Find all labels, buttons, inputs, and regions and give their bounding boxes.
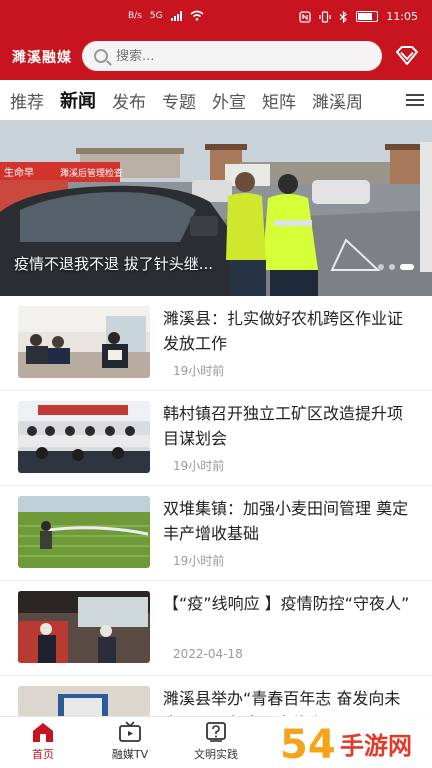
- news-thumbnail: [18, 306, 150, 378]
- tabs-menu-icon[interactable]: [398, 80, 432, 120]
- news-time: 19小时前: [173, 554, 225, 568]
- news-thumbnail: [18, 496, 150, 568]
- news-item[interactable]: 双堆集镇：加强小麦田间管理 奠定丰产增收基础 19小时前: [0, 486, 432, 581]
- news-thumbnail: [18, 686, 150, 716]
- banner-dot[interactable]: [378, 264, 384, 270]
- tv-icon: [119, 721, 141, 742]
- banner-pagination: [378, 264, 414, 270]
- tab-recommend[interactable]: 推荐: [10, 88, 44, 113]
- diamond-icon[interactable]: [394, 44, 420, 68]
- header: B/s 5G 11:05 濉溪融媒: [0, 0, 432, 80]
- news-title: 濉溪县：扎实做好农机跨区作业证发放工作: [163, 309, 404, 353]
- nav-home[interactable]: 首页: [3, 721, 83, 762]
- app-bar: 濉溪融媒: [0, 34, 432, 80]
- nfc-icon: [299, 10, 311, 23]
- tab-publish[interactable]: 发布: [112, 88, 146, 113]
- sign-text-2: 濉溪后管理检查: [60, 167, 123, 179]
- status-bar: B/s 5G 11:05: [0, 0, 432, 34]
- tab-news[interactable]: 新闻: [60, 87, 96, 113]
- news-item[interactable]: 濉溪县：扎实做好农机跨区作业证发放工作 19小时前: [0, 296, 432, 391]
- news-thumbnail: [18, 591, 150, 663]
- news-item[interactable]: 【“疫”线响应 】疫情防控“守夜人” 2022-04-18: [0, 581, 432, 676]
- nav-civilization[interactable]: 文明实践: [176, 721, 256, 762]
- news-time: 2022-04-18: [173, 647, 243, 661]
- nav-label: 融媒TV: [111, 748, 149, 761]
- category-tabs: 推荐 新闻 发布 专题 外宣 矩阵 濉溪周: [0, 80, 432, 120]
- question-book-icon: [206, 722, 226, 742]
- news-title: 【“疫”线响应 】疫情防控“守夜人”: [163, 594, 410, 613]
- watermark-logo: 54 手游网: [278, 716, 432, 768]
- news-item[interactable]: 韩村镇召开独立工矿区改造提升项目谋划会 19小时前: [0, 391, 432, 486]
- search-bar[interactable]: [82, 41, 382, 71]
- sign-text: 生命早: [4, 166, 34, 179]
- news-thumbnail: [18, 401, 150, 473]
- news-list: 濉溪县：扎实做好农机跨区作业证发放工作 19小时前 韩村镇召开独立工矿区改造提升…: [0, 296, 432, 716]
- signal-icon: [170, 10, 182, 21]
- network-type: 5G: [149, 10, 163, 21]
- vibrate-icon: [319, 10, 331, 23]
- watermark-text: 手游网: [340, 732, 412, 760]
- banner-carousel[interactable]: 生命早 濉溪后管理检查 疫情不退我不退 拔了针头继...: [0, 120, 432, 296]
- app-logo: 濉溪融媒: [12, 50, 72, 66]
- news-time: 19小时前: [173, 459, 225, 473]
- banner-dot[interactable]: [389, 264, 395, 270]
- home-icon: [33, 723, 53, 742]
- nav-label: 文明实践: [194, 748, 238, 761]
- network-speed: B/s: [128, 10, 142, 21]
- news-title: 双堆集镇：加强小麦田间管理 奠定丰产增收基础: [163, 499, 409, 543]
- news-time: 19小时前: [173, 364, 225, 378]
- wifi-icon: [190, 10, 204, 21]
- news-title: 韩村镇召开独立工矿区改造提升项目谋划会: [163, 404, 404, 448]
- tab-matrix[interactable]: 矩阵: [262, 88, 296, 113]
- tab-external[interactable]: 外宣: [212, 88, 246, 113]
- nav-tv[interactable]: 融媒TV: [90, 721, 170, 762]
- watermark-number: 54: [280, 722, 336, 768]
- nav-label: 首页: [32, 748, 54, 761]
- search-input[interactable]: [116, 48, 356, 64]
- tab-suixi[interactable]: 濉溪周: [312, 88, 363, 113]
- status-time: 11:05: [386, 10, 418, 23]
- bluetooth-icon: [339, 10, 348, 23]
- tab-topics[interactable]: 专题: [162, 88, 196, 113]
- search-icon: [94, 49, 108, 63]
- news-item[interactable]: 濉溪县举办“青春百年志 奋发向未来”2022年十八岁线上: [0, 676, 432, 716]
- banner-caption: 疫情不退我不退 拔了针头继...: [14, 255, 214, 273]
- news-title: 濉溪县举办“青春百年志 奋发向未来”2022年十八岁线上: [163, 689, 401, 716]
- battery-icon: [356, 11, 379, 22]
- banner-dot-active[interactable]: [400, 264, 414, 270]
